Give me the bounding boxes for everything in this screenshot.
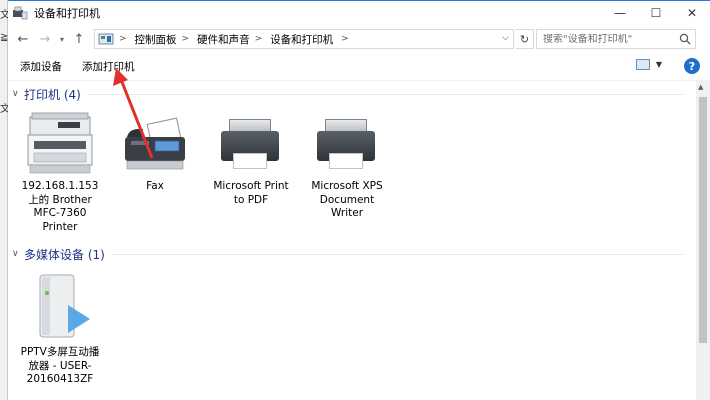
background-window-edge: 文 ≧ 文 [0,0,10,400]
printer-icon [307,111,387,177]
address-dropdown-chevron-icon[interactable]: ⌵ [502,33,509,43]
fax-icon [115,111,195,177]
control-panel-icon [98,33,114,45]
group-header-multimedia[interactable]: ∨ 多媒体设备 (1) [8,245,688,263]
navigation-bar: ← → ▾ ↑ > 控制面板 > 硬件和声音 > 设备和打印机 > ⌵ ↻ 搜索… [8,25,710,53]
printer-icon [211,111,291,177]
group-title: 打印机 (4) [24,87,81,102]
chevron-right-icon: > [119,34,127,44]
device-label: Microsoft XPS Document Writer [311,180,383,219]
scrollbar-thumb[interactable] [699,97,707,343]
device-label: 192.168.1.153 上的 Brother MFC-7360 Printe… [21,180,99,233]
group-title: 多媒体设备 (1) [24,247,105,262]
refresh-button[interactable]: ↻ [516,29,534,49]
device-brother-mfc-7360[interactable]: 192.168.1.153 上的 Brother MFC-7360 Printe… [17,111,103,234]
chevron-down-icon: ▼ [655,60,662,69]
minimize-button[interactable]: — [602,1,638,25]
back-button[interactable]: ← [12,28,34,50]
window-title: 设备和打印机 [34,7,100,20]
view-options-icon [635,59,650,70]
title-bar[interactable]: 设备和打印机 — ☐ ✕ [8,1,710,25]
collapse-chevron-icon[interactable]: ∨ [12,249,22,259]
close-button[interactable]: ✕ [674,1,710,25]
breadcrumb-hardware-sound[interactable]: > 硬件和声音 [182,32,250,47]
up-button[interactable]: ↑ [68,28,90,50]
device-label: PPTV多屏互动播放器 - USER-20160413ZF [20,346,100,385]
multifunction-printer-icon [20,111,100,177]
device-list: ∨ 打印机 (4) 192.168.1.153 上的 Brother MFC-7… [8,81,688,400]
add-printer-button[interactable]: 添加打印机 [76,57,141,77]
device-label: Fax [146,180,164,192]
change-view-button[interactable]: ▼ [635,59,662,70]
device-pptv-media-player[interactable]: PPTV多屏互动播放器 - USER-20160413ZF [17,271,103,387]
scroll-up-icon[interactable]: ▲ [698,83,703,91]
breadcrumb-control-panel[interactable]: > 控制面板 [119,32,177,47]
chevron-right-icon: > [254,34,263,44]
device-fax[interactable]: Fax [112,111,198,194]
devices-printers-window: 设备和打印机 — ☐ ✕ ← → ▾ ↑ > 控制面板 > 硬件和声音 > 设备… [8,0,710,400]
add-device-button[interactable]: 添加设备 [14,57,68,77]
search-icon[interactable] [679,33,691,45]
media-device-icon [20,271,100,343]
group-divider [110,253,684,255]
breadcrumb-label: 硬件和声音 [197,33,250,46]
group-divider [86,93,684,95]
devices-printers-app-icon [12,6,28,20]
help-button[interactable]: ? [684,58,700,74]
chevron-right-icon: > [341,34,349,44]
device-microsoft-print-to-pdf[interactable]: Microsoft Print to PDF [208,111,294,207]
maximize-button[interactable]: ☐ [638,1,674,25]
vertical-scrollbar[interactable]: ▲ [696,81,710,400]
address-bar[interactable]: > 控制面板 > 硬件和声音 > 设备和打印机 > ⌵ [94,29,514,49]
search-box[interactable] [536,29,696,49]
refresh-icon: ↻ [519,32,530,46]
device-label: Microsoft Print to PDF [213,180,289,206]
chevron-right-icon: > [181,34,190,44]
device-microsoft-xps-document-writer[interactable]: Microsoft XPS Document Writer [304,111,390,221]
breadcrumb-devices-printers[interactable]: > 设备和打印机 > [255,32,357,47]
recent-locations-button[interactable]: ▾ [56,28,68,50]
search-input[interactable] [543,33,681,45]
command-bar: 添加设备 添加打印机 ▼ ? [8,53,710,81]
breadcrumb-label: 设备和打印机 [270,33,334,46]
breadcrumb-label: 控制面板 [134,33,177,46]
collapse-chevron-icon[interactable]: ∨ [12,89,22,99]
group-header-printers[interactable]: ∨ 打印机 (4) [8,85,688,103]
forward-button[interactable]: → [34,28,56,50]
